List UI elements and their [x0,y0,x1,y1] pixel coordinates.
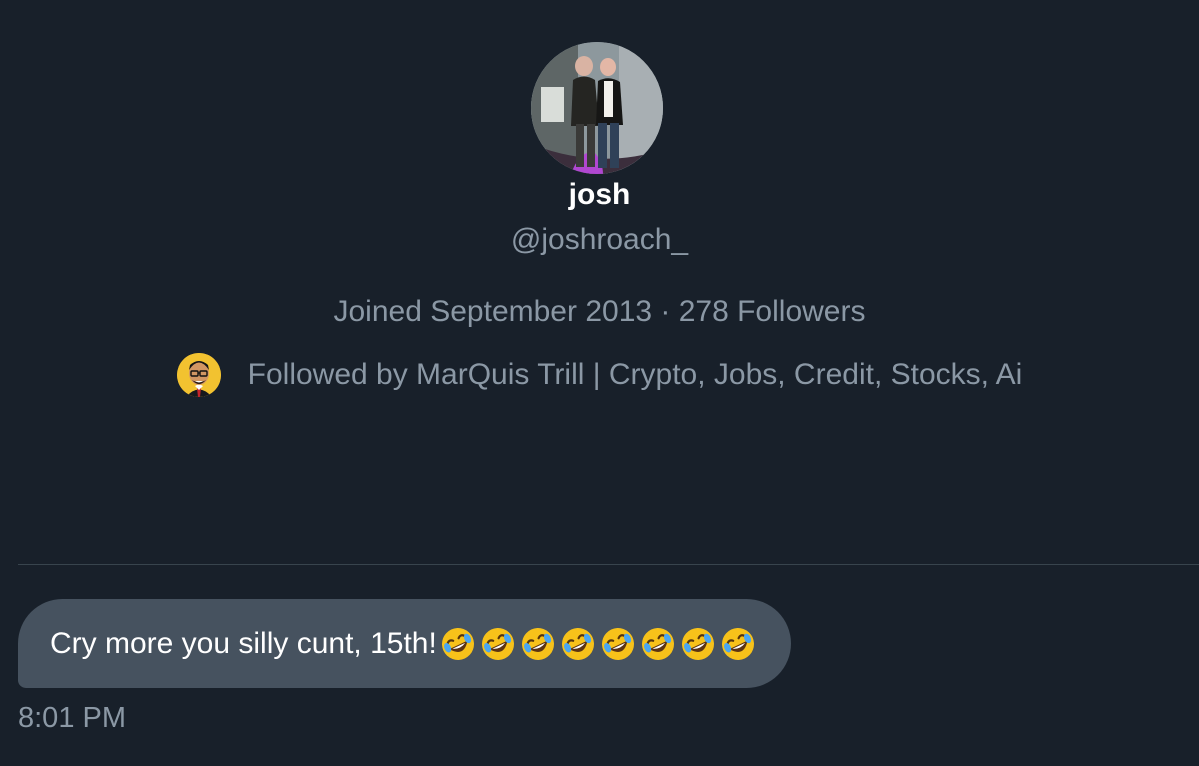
rolling-on-floor-laughing-icon [599,625,637,663]
profile-handle[interactable]: @joshroach_ [0,220,1199,260]
emoji-row [439,625,757,663]
rolling-on-floor-laughing-icon [479,625,517,663]
rolling-on-floor-laughing-icon [719,625,757,663]
rolling-on-floor-laughing-icon [519,625,557,663]
profile-meta: Joined September 2013 · 278 Followers [333,295,866,328]
message-text: Cry more you silly cunt, 15th! [50,626,437,660]
profile-display-name[interactable]: josh [0,175,1199,215]
rolling-on-floor-laughing-icon [639,625,677,663]
dm-conversation-view: josh @joshroach_ Joined September 2013 ·… [0,0,1199,766]
rolling-on-floor-laughing-icon [439,625,477,663]
follower-avatar[interactable] [176,353,221,397]
rolling-on-floor-laughing-icon [559,625,597,663]
profile-avatar[interactable] [531,42,663,174]
message-timestamp: 8:01 PM [18,702,126,734]
received-message-bubble[interactable]: Cry more you silly cunt, 15th! [18,599,791,688]
section-divider [18,564,1199,565]
followed-by-row[interactable]: Followed by MarQuis Trill | Crypto, Jobs… [0,353,1199,397]
rolling-on-floor-laughing-icon [679,625,717,663]
followed-by-text[interactable]: Followed by MarQuis Trill | Crypto, Jobs… [248,355,1023,395]
